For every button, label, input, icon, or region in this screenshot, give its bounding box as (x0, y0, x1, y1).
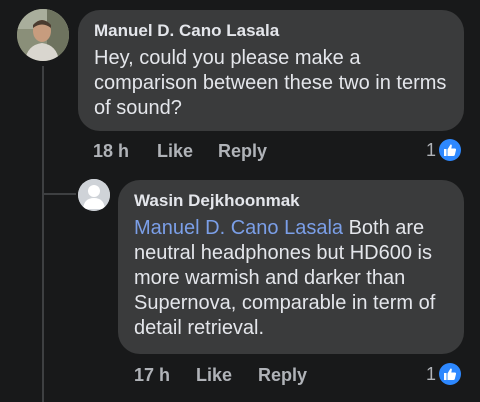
thread-line-vertical (42, 66, 44, 402)
reply-text: Manuel D. Cano Lasala Both are neutral h… (134, 216, 448, 341)
reaction-count: 1 (426, 363, 437, 384)
reply-like-button[interactable]: Like (196, 365, 232, 386)
like-icon (439, 139, 462, 161)
comment-author[interactable]: Manuel D. Cano Lasala (94, 20, 448, 42)
reaction-count: 1 (426, 139, 437, 160)
comment-text: Hey, could you please make a comparison … (94, 47, 447, 119)
like-icon (439, 363, 462, 385)
avatar[interactable] (17, 9, 69, 61)
comment-like-button[interactable]: Like (157, 141, 193, 162)
avatar[interactable] (78, 179, 110, 211)
reply-bubble: Wasin Dejkhoonmak Manuel D. Cano Lasala … (118, 180, 464, 354)
comment-reactions[interactable]: 1 (426, 139, 462, 161)
mention-link[interactable]: Manuel D. Cano Lasala (134, 217, 343, 239)
reply-timestamp[interactable]: 17 h (134, 365, 170, 386)
comment-reply-button[interactable]: Reply (218, 141, 267, 162)
reply-author[interactable]: Wasin Dejkhoonmak (134, 190, 448, 212)
reply-reactions[interactable]: 1 (426, 363, 462, 385)
thread-line-branch (42, 193, 76, 195)
comment-bubble: Manuel D. Cano Lasala Hey, could you ple… (78, 10, 464, 131)
comment-timestamp[interactable]: 18 h (93, 141, 129, 162)
reply-reply-button[interactable]: Reply (258, 365, 307, 386)
